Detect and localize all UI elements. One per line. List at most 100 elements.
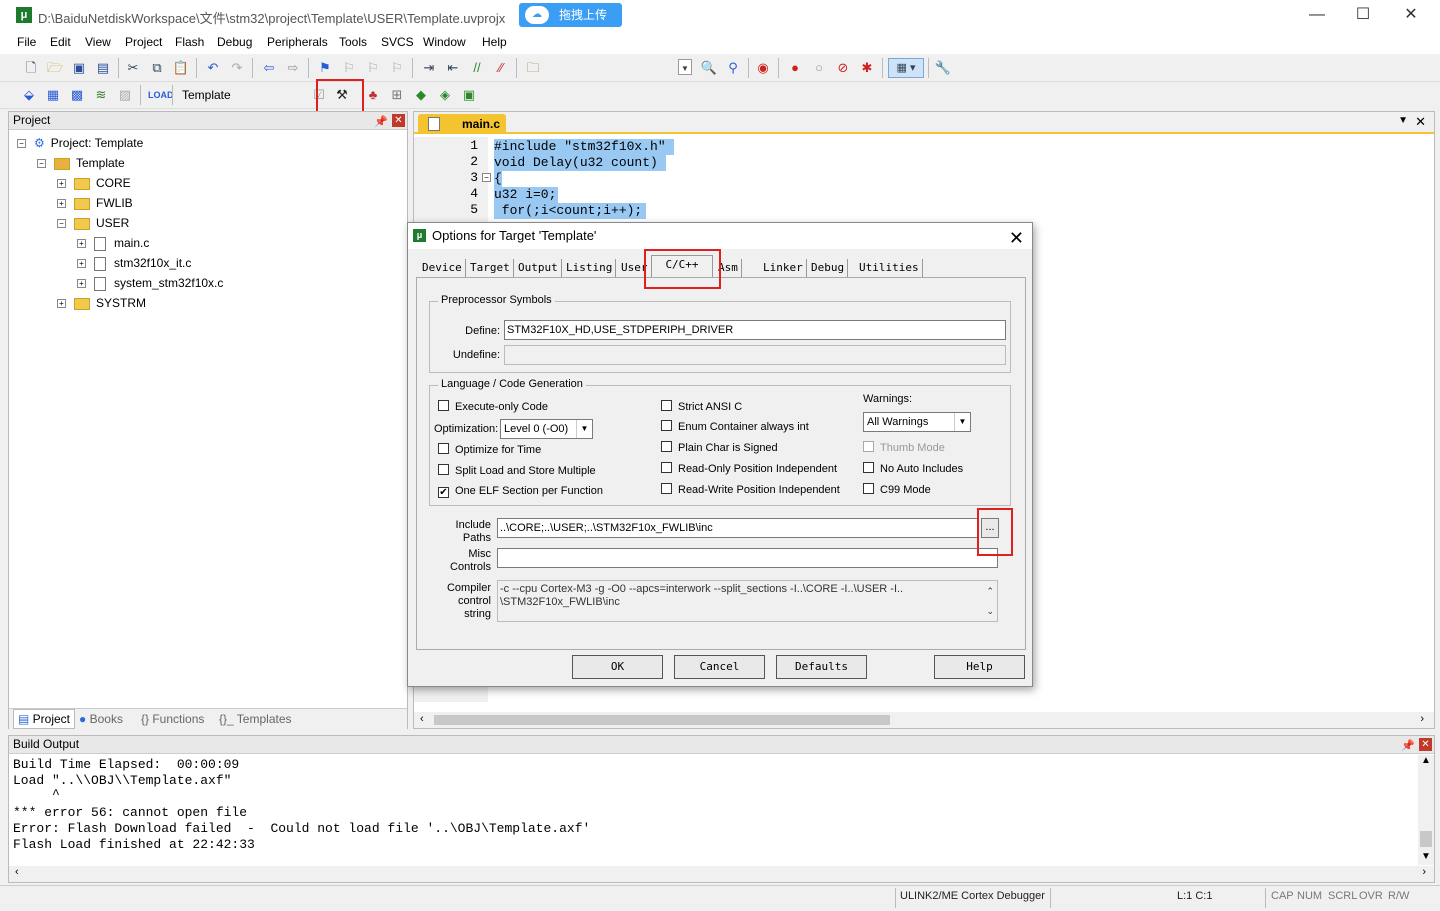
tab-list-dropdown-icon[interactable]: ▼	[1398, 115, 1408, 126]
tree-file-system[interactable]: + system_stm32f10x.c	[77, 274, 223, 292]
dialog-close-icon[interactable]: ✕	[1009, 225, 1024, 251]
tab-main-c[interactable]: main.c	[418, 114, 506, 134]
menu-peripherals[interactable]: Peripherals	[267, 35, 328, 49]
ro-pos-checkbox[interactable]: Read-Only Position Independent	[661, 462, 837, 475]
tab-output[interactable]: Output	[515, 259, 562, 277]
include-paths-input[interactable]: ..\CORE;..\USER;..\STM32F10x_FWLIB\inc	[497, 518, 979, 538]
code-line[interactable]: {	[494, 171, 502, 187]
misc-controls-input[interactable]	[497, 548, 998, 568]
scroll-right-icon[interactable]: ›	[1422, 866, 1426, 878]
menu-project[interactable]: Project	[125, 35, 162, 49]
cut-icon[interactable]: ✂	[124, 59, 142, 77]
menu-view[interactable]: View	[85, 35, 111, 49]
expand-icon[interactable]: +	[57, 199, 66, 209]
bookmark-icon[interactable]: ⚑	[316, 59, 334, 77]
optimize-time-checkbox[interactable]: Optimize for Time	[438, 443, 541, 456]
insert-breakpoint-icon[interactable]: ●	[786, 59, 804, 77]
clear-bookmarks-icon[interactable]: ⚐	[388, 59, 406, 77]
tab-listing[interactable]: Listing	[563, 259, 617, 277]
minimize-button[interactable]: —	[1294, 0, 1340, 32]
undo-icon[interactable]: ↶	[204, 59, 222, 77]
tree-folder-systrm[interactable]: + SYSTRM	[57, 294, 146, 312]
batch-build-icon[interactable]: ≋	[92, 86, 110, 104]
rw-pos-checkbox[interactable]: Read-Write Position Independent	[661, 483, 840, 496]
scroll-up-icon[interactable]: ⌃	[986, 585, 994, 598]
comment-icon[interactable]: //	[468, 59, 486, 77]
close-button[interactable]: ✕	[1388, 0, 1434, 32]
find-icon[interactable]: 🔍	[700, 59, 718, 77]
editor-hscroll[interactable]: ‹ ›	[414, 712, 1434, 728]
scroll-right-icon[interactable]: ›	[1420, 713, 1424, 725]
output-hscroll[interactable]: ‹ ›	[9, 866, 1434, 882]
code-line[interactable]: u32 i=0;	[494, 187, 559, 203]
copy-icon[interactable]: ⧉	[148, 59, 166, 77]
collapse-icon[interactable]: −	[37, 159, 46, 169]
split-load-checkbox[interactable]: Split Load and Store Multiple	[438, 464, 596, 477]
incremental-find-icon[interactable]: ⚲	[724, 59, 742, 77]
tab-linker[interactable]: Linker	[760, 259, 807, 277]
c99-mode-checkbox[interactable]: C99 Mode	[863, 483, 931, 496]
next-bookmark-icon[interactable]: ⚐	[364, 59, 382, 77]
expand-icon[interactable]: +	[77, 279, 86, 289]
menu-window[interactable]: Window	[423, 35, 466, 49]
nav-back-icon[interactable]: ⇦	[260, 59, 278, 77]
menu-flash[interactable]: Flash	[175, 35, 204, 49]
scroll-down-icon[interactable]: ⌄	[986, 605, 994, 618]
translate-icon[interactable]: ⬙	[20, 86, 38, 104]
manage-components-icon[interactable]: ♣	[364, 86, 382, 104]
output-vscroll[interactable]: ▲ ▼	[1418, 755, 1434, 865]
runtime-environment-icon[interactable]: ▣	[460, 86, 478, 104]
strict-ansi-checkbox[interactable]: Strict ANSI C	[661, 400, 742, 413]
scroll-up-icon[interactable]: ▲	[1421, 755, 1431, 766]
tab-device[interactable]: Device	[419, 259, 466, 277]
define-input[interactable]: STM32F10X_HD,USE_STDPERIPH_DRIVER	[504, 320, 1006, 340]
disable-breakpoints-icon[interactable]: ⊘	[834, 59, 852, 77]
tab-utilities[interactable]: Utilities	[856, 259, 923, 277]
optimization-select[interactable]: Level 0 (-O0) ▼	[500, 419, 593, 439]
menu-file[interactable]: File	[17, 35, 36, 49]
expand-icon[interactable]: +	[57, 299, 66, 309]
panel-close-icon[interactable]: ✕	[1419, 738, 1432, 751]
code-line[interactable]: for(;i<count;i++);	[494, 203, 647, 219]
menu-svcs[interactable]: SVCS	[381, 35, 414, 49]
help-button[interactable]: Help	[934, 655, 1025, 679]
defaults-button[interactable]: Defaults	[776, 655, 867, 679]
manage-project-items-icon[interactable]: ⊞	[388, 86, 406, 104]
download-load-icon[interactable]: LOAD	[148, 86, 174, 104]
panel-close-icon[interactable]: ✕	[392, 114, 405, 127]
enable-breakpoint-icon[interactable]: ○	[810, 59, 828, 77]
scroll-thumb[interactable]	[1420, 831, 1432, 847]
enum-container-checkbox[interactable]: Enum Container always int	[661, 420, 809, 433]
pin-icon[interactable]: 📌	[1401, 738, 1415, 755]
menu-help[interactable]: Help	[482, 35, 507, 49]
save-icon[interactable]: ▣	[70, 59, 88, 77]
unindent-icon[interactable]: ⇤	[444, 59, 462, 77]
kill-breakpoints-icon[interactable]: ✱	[858, 59, 876, 77]
scroll-left-icon[interactable]: ‹	[420, 713, 424, 725]
cancel-button[interactable]: Cancel	[674, 655, 765, 679]
select-packs-icon[interactable]: ◆	[412, 86, 430, 104]
uncomment-icon[interactable]: ⁄⁄	[492, 59, 510, 77]
warnings-select[interactable]: All Warnings ▼	[863, 412, 971, 432]
find-dropdown-icon[interactable]: ▼	[678, 59, 692, 75]
fold-icon[interactable]: −	[482, 173, 491, 182]
tree-file-main[interactable]: + main.c	[77, 234, 149, 252]
tab-project[interactable]: ▤ Project	[13, 709, 76, 729]
collapse-icon[interactable]: −	[17, 139, 26, 149]
upload-button[interactable]: ☁ 拖拽上传	[519, 3, 622, 27]
ok-button[interactable]: OK	[572, 655, 663, 679]
tab-functions[interactable]: {} Functions	[141, 712, 204, 726]
tab-books[interactable]: ● Books	[79, 712, 123, 726]
pack-installer-icon[interactable]: ◈	[436, 86, 454, 104]
tab-target[interactable]: Target	[467, 259, 514, 277]
build-icon[interactable]: ▦	[44, 86, 62, 104]
tree-folder-user[interactable]: − USER	[57, 214, 129, 232]
tree-group-template[interactable]: − Template	[37, 154, 125, 172]
window-layout-icon[interactable]: ▦ ▾	[888, 58, 924, 78]
one-elf-checkbox[interactable]: ✔ One ELF Section per Function	[438, 485, 603, 498]
indent-icon[interactable]: ⇥	[420, 59, 438, 77]
scroll-left-icon[interactable]: ‹	[15, 866, 19, 878]
editor-close-icon[interactable]: ✕	[1415, 114, 1426, 130]
tab-debug[interactable]: Debug	[808, 259, 849, 277]
expand-icon[interactable]: +	[77, 239, 86, 249]
